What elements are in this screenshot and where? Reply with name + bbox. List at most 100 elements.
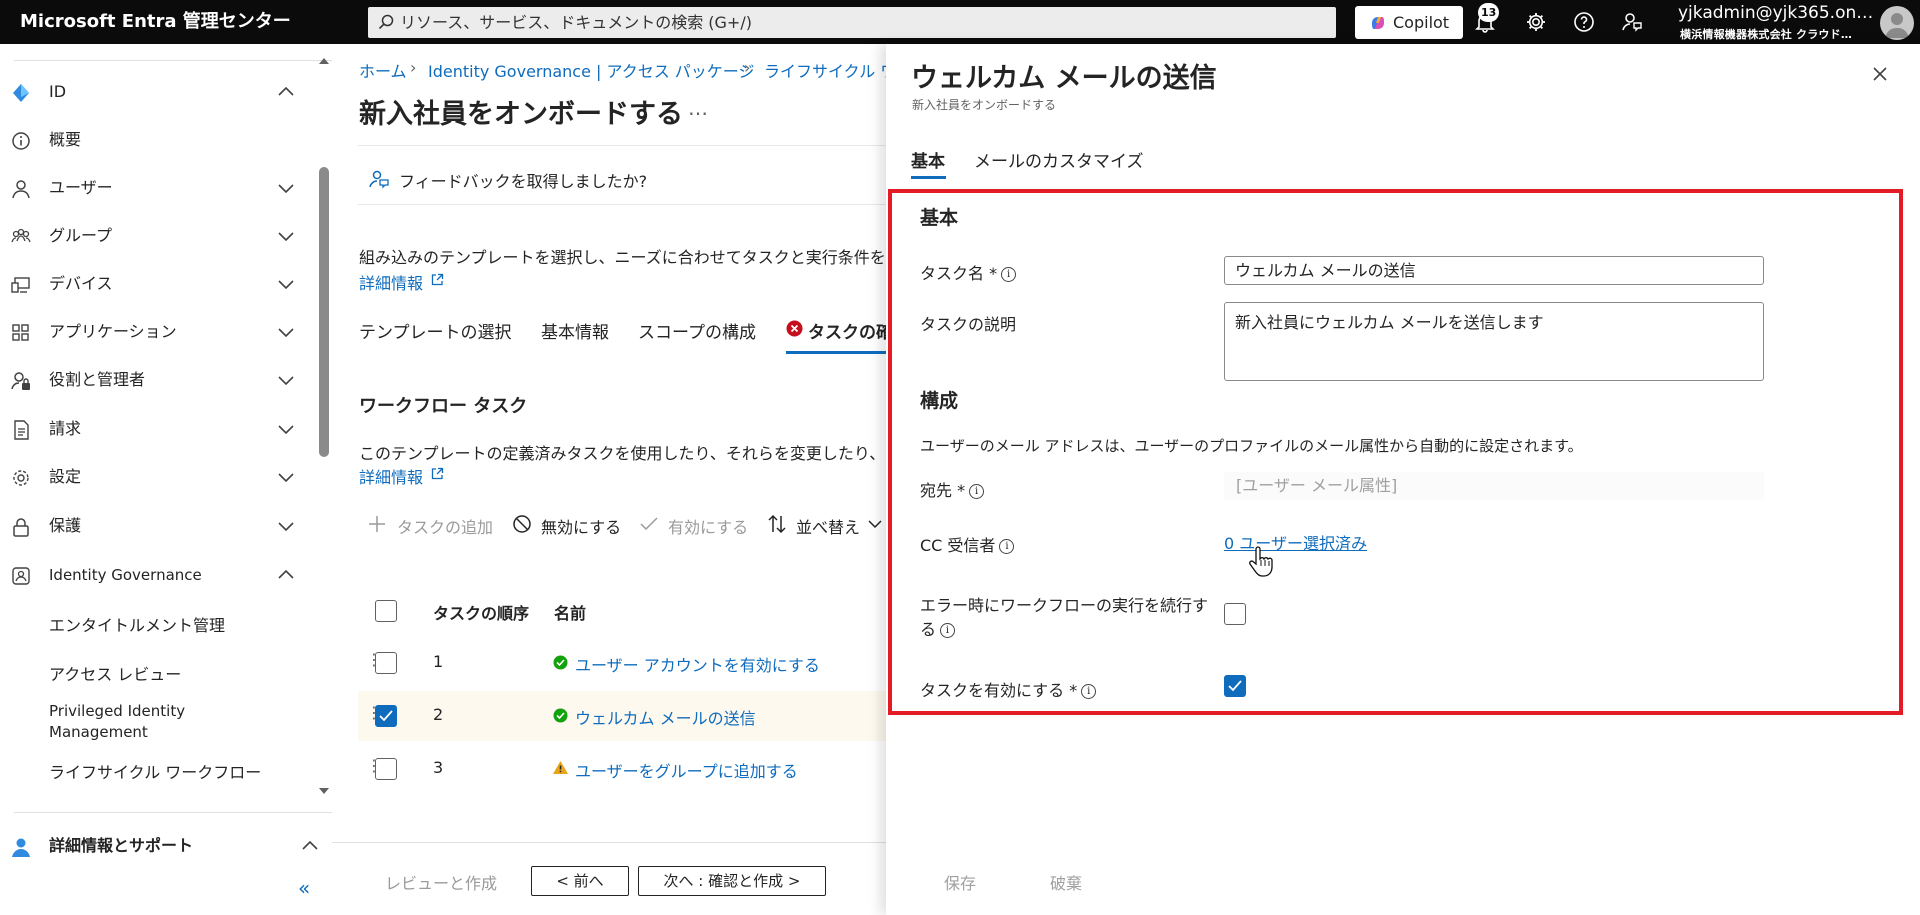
group-icon [10,226,32,248]
cc-recipients-link[interactable]: 0 ユーザー選択済み [1224,530,1367,554]
nav-sub-pim-line1[interactable]: Privileged Identity [49,702,185,720]
nav-label: 概要 [49,130,82,149]
tab-basic[interactable]: 基本 [911,147,945,172]
column-header-order[interactable]: タスクの順序 [433,600,529,624]
error-icon [786,320,803,337]
breadcrumb-home[interactable]: ホーム [359,58,407,82]
sort-button[interactable]: 並べ替え [796,514,860,538]
nav-label: グループ [49,226,113,245]
nav-divider [14,60,332,61]
enable-task-label-text: タスクを有効にする * [920,681,1078,700]
table-row[interactable]: ⋮ 3 ユーザーをグループに追加する [358,744,892,794]
row-checkbox[interactable] [375,705,397,727]
tab-template-select[interactable]: テンプレートの選択 [359,318,512,343]
chevron-down-icon [278,229,294,243]
info-icon[interactable]: i [999,539,1015,554]
apps-icon [10,322,32,344]
nav-item-roles[interactable]: 役割と管理者 [0,360,315,400]
section-learn-more-link[interactable]: 詳細情報 [359,464,423,488]
panel-title: ウェルカム メールの送信 [911,63,1217,94]
close-icon[interactable] [1872,66,1888,82]
info-icon[interactable]: i [969,484,985,499]
nav-scrollbar-thumb[interactable] [319,167,329,457]
disable-button[interactable]: 無効にする [541,514,621,538]
info-icon[interactable]: i [1001,267,1017,282]
nav-item-billing[interactable]: 請求 [0,409,315,449]
tab-scope[interactable]: スコープの構成 [638,318,756,343]
breadcrumb-governance[interactable]: Identity Governance | アクセス パッケージ [428,58,754,82]
task-name-label-text: タスク名 * [920,264,998,283]
role-icon [10,370,32,392]
tab-basic-info[interactable]: 基本情報 [541,318,609,343]
task-name-input[interactable]: ウェルカム メールの送信 [1224,256,1764,285]
task-order: 3 [433,758,444,777]
add-task-button[interactable]: タスクの追加 [397,514,493,538]
info-icon[interactable]: i [1081,684,1097,699]
search-box[interactable]: リソース、サービス、ドキュメントの検索 (G+/) [368,7,1336,38]
add-icon [368,515,386,533]
tab-mail-customize[interactable]: メールのカスタマイズ [974,147,1144,172]
nav-sub-entitlement[interactable]: エンタイトルメント管理 [49,612,225,636]
table-row[interactable]: ⋮ 1 ユーザー アカウントを有効にする [358,638,892,688]
enable-task-checkbox[interactable] [1224,675,1246,697]
enable-task-label: タスクを有効にする * i [920,677,1097,701]
more-options-button[interactable]: … [688,96,709,120]
user-icon [10,178,32,200]
copilot-button[interactable]: Copilot [1355,6,1463,39]
nav-item-devices[interactable]: デバイス [0,264,315,304]
nav-item-applications[interactable]: アプリケーション [0,312,315,352]
gear-icon[interactable] [1524,10,1548,34]
account-email[interactable]: yjkadmin@yjk365.on… [1678,3,1873,23]
brand-title[interactable]: Microsoft Entra 管理センター [20,0,291,44]
nav-item-protection[interactable]: 保護 [0,506,315,546]
task-name-link[interactable]: ウェルカム メールの送信 [575,705,756,729]
discard-button[interactable]: 破棄 [1050,870,1082,894]
nav-sub-pim-line2[interactable]: Management [49,723,148,741]
feedback-link[interactable]: フィードバックを取得しましたか? [399,168,647,192]
prev-button[interactable]: < 前へ [531,866,629,896]
nav-label: ユーザー [49,178,113,197]
next-button[interactable]: 次へ : 確認と作成 > [638,866,826,896]
support-person-icon [10,836,32,858]
copilot-label: Copilot [1393,13,1450,32]
info-icon[interactable]: i [940,623,956,638]
chevron-down-icon [278,422,294,436]
nav-item-settings[interactable]: 設定 [0,457,315,497]
nav-divider [14,812,332,813]
task-name-link[interactable]: ユーザーをグループに追加する [575,758,798,782]
checkmark-icon [640,516,658,532]
chevron-up-icon [278,568,294,582]
enable-button[interactable]: 有効にする [668,514,748,538]
select-all-checkbox[interactable] [375,600,397,622]
section-title: ワークフロー タスク [359,396,528,417]
review-create-button[interactable]: レビューと作成 [385,870,497,894]
tab-tasks[interactable]: タスクの確 [808,318,892,343]
breadcrumb-lifecycle[interactable]: ライフサイクル ワー [764,58,892,82]
learn-more-link[interactable]: 詳細情報 [359,270,423,294]
task-description-textarea[interactable]: 新入社員にウェルカム メールを送信します [1224,302,1764,381]
nav-item-identity-governance[interactable]: Identity Governance [0,555,315,595]
row-checkbox[interactable] [375,652,397,674]
nav-item-overview[interactable]: 概要 [0,120,315,160]
collapse-nav-icon[interactable]: « [298,876,310,900]
nav-item-id[interactable]: ID [0,72,315,112]
nav-sub-access-review[interactable]: アクセス レビュー [49,661,181,685]
task-name-link[interactable]: ユーザー アカウントを有効にする [575,652,820,676]
disable-icon [512,514,532,534]
column-header-name[interactable]: 名前 [554,600,586,624]
feedback-icon[interactable] [1620,10,1644,34]
to-label: 宛先 * i [920,477,985,501]
save-button[interactable]: 保存 [944,870,976,894]
to-field: [ユーザー メール属性] [1224,472,1764,500]
row-checkbox[interactable] [375,758,397,780]
nav-item-help-support[interactable]: 詳細情報とサポート [0,826,318,866]
table-row[interactable]: ⋮ 2 ウェルカム メールの送信 [358,691,892,741]
nav-item-users[interactable]: ユーザー [0,168,315,208]
nav-sub-lifecycle[interactable]: ライフサイクル ワークフロー [49,759,261,783]
continue-on-error-checkbox[interactable] [1224,603,1246,625]
chevron-up-icon [302,839,318,853]
avatar[interactable] [1880,6,1914,40]
chevron-down-icon [278,470,294,484]
help-icon[interactable] [1572,10,1596,34]
nav-item-groups[interactable]: グループ [0,216,315,256]
